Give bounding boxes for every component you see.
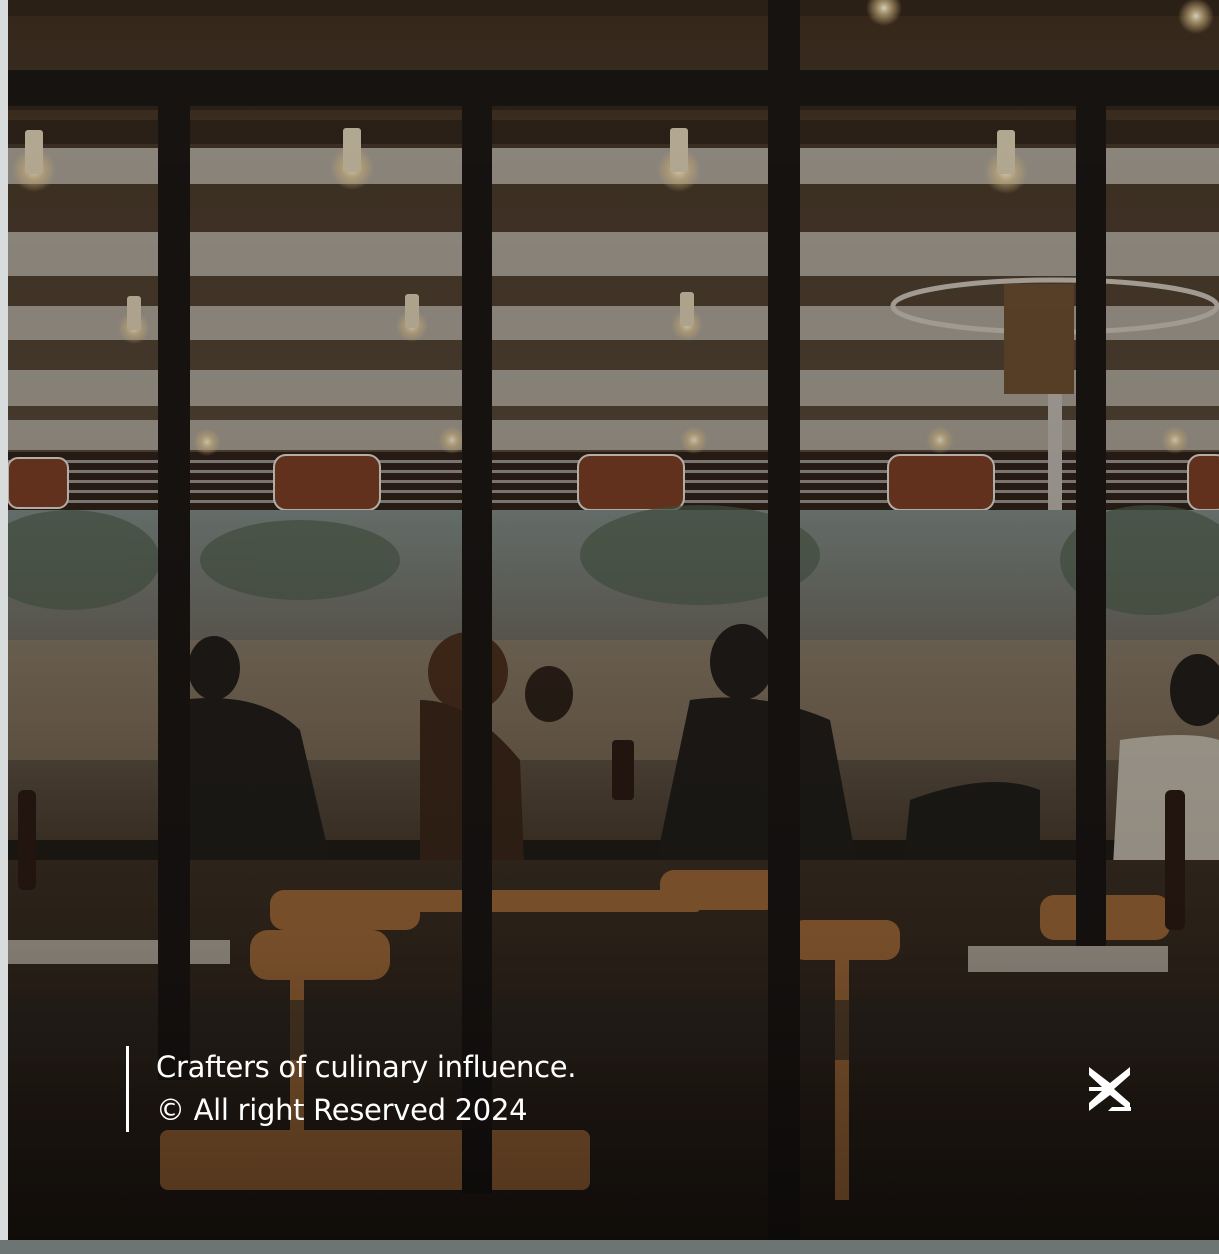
brand-logo-icon <box>1089 1067 1131 1111</box>
footer-text-block: Crafters of culinary influence. © All ri… <box>126 1046 576 1132</box>
footer-copyright: © All right Reserved 2024 <box>156 1093 528 1127</box>
page-edge <box>0 0 8 1254</box>
bottom-strip <box>0 1240 1219 1254</box>
hero-section: Crafters of culinary influence. © All ri… <box>0 0 1219 1254</box>
footer-tagline: Crafters of culinary influence. <box>156 1050 577 1084</box>
